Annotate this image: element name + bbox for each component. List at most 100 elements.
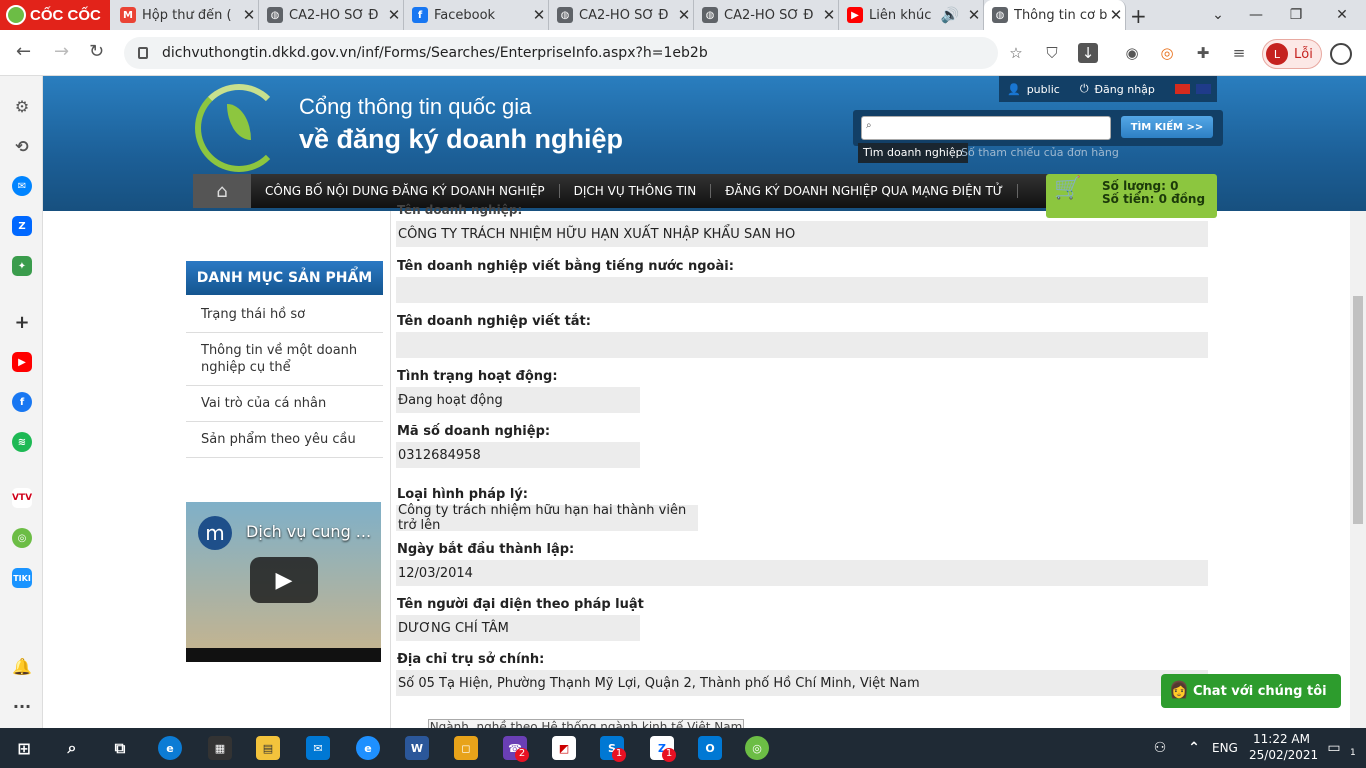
language-indicator[interactable]: ENG (1212, 741, 1238, 755)
category-item-role[interactable]: Vai trò của cá nhân (186, 386, 383, 422)
tiki-icon[interactable]: TIKI (12, 568, 32, 588)
coccoc-taskbar-icon[interactable]: ◎ (745, 736, 769, 760)
download-icon[interactable]: ↓ (1078, 43, 1098, 63)
tab-ca2-2[interactable]: ◍ CA2-HỒ SƠ Đ ✕ (549, 0, 694, 30)
founding-date-label: Ngày bắt đầu thành lập: (397, 542, 575, 557)
clock-date[interactable]: 25/02/2021 (1249, 748, 1318, 762)
search-button[interactable]: TÌM KIẾM >> (1121, 116, 1213, 138)
spotify-icon[interactable]: ≋ (12, 432, 32, 452)
scrollbar-thumb[interactable] (1353, 296, 1363, 524)
bookmark-star-icon[interactable]: ☆ (1006, 43, 1026, 63)
page-scrollbar[interactable] (1350, 211, 1366, 728)
outlook-icon[interactable]: O (698, 736, 722, 760)
windows-start-icon[interactable]: ⊞ (12, 736, 36, 760)
history-icon[interactable]: ⟲ (12, 136, 32, 156)
vtv-go-icon[interactable]: VTV (12, 488, 32, 508)
task-view-icon[interactable]: ⧉ (108, 736, 132, 760)
new-tab-icon[interactable]: + (1130, 4, 1147, 28)
home-icon[interactable]: ⌂ (193, 174, 251, 208)
close-icon[interactable]: ✕ (385, 6, 403, 24)
speaker-icon[interactable]: 🔊 (935, 6, 965, 24)
extension-c-icon[interactable]: ◉ (1122, 43, 1142, 63)
vietnam-flag-icon[interactable] (1174, 84, 1190, 94)
minimize-icon[interactable]: — (1236, 0, 1276, 30)
tab-title: Facebook (434, 7, 496, 23)
search-input[interactable]: ⌕ (861, 116, 1111, 140)
back-icon[interactable]: ← (16, 41, 31, 62)
channel-avatar[interactable]: m (198, 516, 232, 550)
zalo-icon[interactable]: Z (12, 216, 32, 236)
forward-icon[interactable]: → (54, 41, 69, 62)
facebook-icon[interactable]: f (12, 392, 32, 412)
notification-icon[interactable]: ▭ (1322, 736, 1346, 760)
file-explorer-icon[interactable]: ▤ (256, 736, 280, 760)
people-icon[interactable]: ⚇ (1148, 736, 1172, 760)
category-item-custom[interactable]: Sản phẩm theo yêu cầu (186, 422, 383, 458)
chat-button[interactable]: 👩 Chat với chúng tôi (1161, 674, 1341, 708)
ultraviewer-icon[interactable]: ◩ (552, 736, 576, 760)
video-player[interactable]: m Dịch vụ cung ... ▶ (186, 502, 381, 662)
clock-time[interactable]: 11:22 AM (1253, 732, 1310, 746)
search-icon[interactable]: ⌕ (60, 736, 84, 760)
search-option-enterprise[interactable]: Tìm doanh nghiệp (858, 143, 968, 163)
lock-icon[interactable] (138, 47, 148, 59)
gmail-icon: M (120, 7, 136, 23)
youtube-icon[interactable]: ▶ (12, 352, 32, 372)
coccoc-map-icon[interactable]: ◎ (12, 528, 32, 548)
search-icon: ⌕ (866, 120, 872, 131)
internet-explorer-icon[interactable]: e (356, 736, 380, 760)
username-label: public (1026, 82, 1060, 96)
store-icon[interactable]: ▦ (208, 736, 232, 760)
search-option-order-ref[interactable]: Số tham chiếu của đơn hàng (961, 146, 1119, 159)
reload-icon[interactable]: ↻ (89, 41, 104, 62)
profile-button[interactable]: L Lỗi (1262, 39, 1322, 69)
nav-cong-bo[interactable]: CÔNG BỐ NỘI DUNG ĐĂNG KÝ DOANH NGHIỆP (251, 184, 560, 198)
gear-icon[interactable]: ⚙ (12, 96, 32, 116)
video-title[interactable]: Dịch vụ cung ... (246, 522, 371, 541)
bell-icon[interactable]: 🔔 (12, 656, 32, 676)
extension-chrome-icon[interactable]: ◎ (1157, 43, 1177, 63)
close-icon[interactable]: ✕ (820, 6, 838, 24)
windows-taskbar: ⊞ ⌕ ⧉ e ▦ ▤ ✉ e W ◻ ☎ 2 ◩ S 1 Z 1 O ◎ ⚇ … (0, 728, 1366, 768)
nav-dich-vu[interactable]: DỊCH VỤ THÔNG TIN (560, 184, 712, 198)
login-link[interactable]: Đăng nhập (1095, 83, 1155, 96)
coccoc-menu-button[interactable]: CỐC CỐC (0, 0, 110, 30)
tab-search-icon[interactable]: ⌄ (1198, 0, 1238, 30)
brand-label: CỐC CỐC (30, 6, 101, 24)
short-name-label: Tên doanh nghiệp viết tắt: (397, 314, 591, 329)
industry-tab-button[interactable]: Ngành, nghề theo Hệ thống ngành kinh tế … (428, 719, 744, 728)
chevron-up-icon[interactable]: ⌃ (1182, 736, 1206, 760)
mail-icon[interactable]: ✉ (306, 736, 330, 760)
close-icon[interactable]: ✕ (1107, 6, 1125, 24)
puzzle-icon[interactable]: ✚ (1193, 43, 1213, 63)
close-icon[interactable]: ✕ (240, 6, 258, 24)
messenger-icon[interactable]: ✉ (12, 176, 32, 196)
close-icon[interactable]: ✕ (530, 6, 548, 24)
playlist-icon[interactable]: ≡ (1229, 43, 1249, 63)
more-icon[interactable]: ··· (12, 696, 32, 716)
game-icon[interactable]: ✦ (12, 256, 32, 276)
tab-facebook[interactable]: f Facebook ✕ (404, 0, 549, 30)
add-icon[interactable]: + (12, 312, 32, 333)
shield-extension-icon[interactable]: ⛉ (1042, 43, 1062, 63)
category-item-enterprise-info[interactable]: Thông tin về một doanh nghiệp cụ thể (186, 333, 383, 386)
tab-ca2-3[interactable]: ◍ CA2-HỒ SƠ Đ ✕ (694, 0, 839, 30)
close-icon[interactable]: ✕ (965, 6, 983, 24)
edge-icon[interactable]: e (158, 736, 182, 760)
tab-active-thongtin[interactable]: ◍ Thông tin cơ b ✕ (984, 0, 1126, 30)
uk-flag-icon[interactable] (1195, 84, 1211, 94)
close-icon[interactable]: ✕ (675, 6, 693, 24)
tab-gmail[interactable]: M Hộp thư đến ( ✕ (112, 0, 259, 30)
category-item-status[interactable]: Trạng thái hồ sơ (186, 297, 383, 333)
window-close-icon[interactable]: ✕ (1322, 0, 1362, 30)
tab-ca2-1[interactable]: ◍ CA2-HỒ SƠ Đ ✕ (259, 0, 404, 30)
maximize-icon[interactable]: ❐ (1276, 0, 1316, 30)
word-icon[interactable]: W (405, 736, 429, 760)
play-icon[interactable]: ▶ (250, 557, 318, 603)
nav-dang-ky[interactable]: ĐĂNG KÝ DOANH NGHIỆP QUA MẠNG ĐIỆN TỬ (711, 184, 1019, 198)
tab-youtube[interactable]: ▶ Liên khúc 🔊 ✕ (839, 0, 984, 30)
url-bar[interactable]: dichvuthongtin.dkkd.gov.vn/inf/Forms/Sea… (124, 37, 998, 69)
app-square-icon[interactable]: ◻ (454, 736, 478, 760)
site-logo-icon[interactable] (195, 84, 283, 172)
circle-menu-icon[interactable] (1330, 43, 1352, 65)
